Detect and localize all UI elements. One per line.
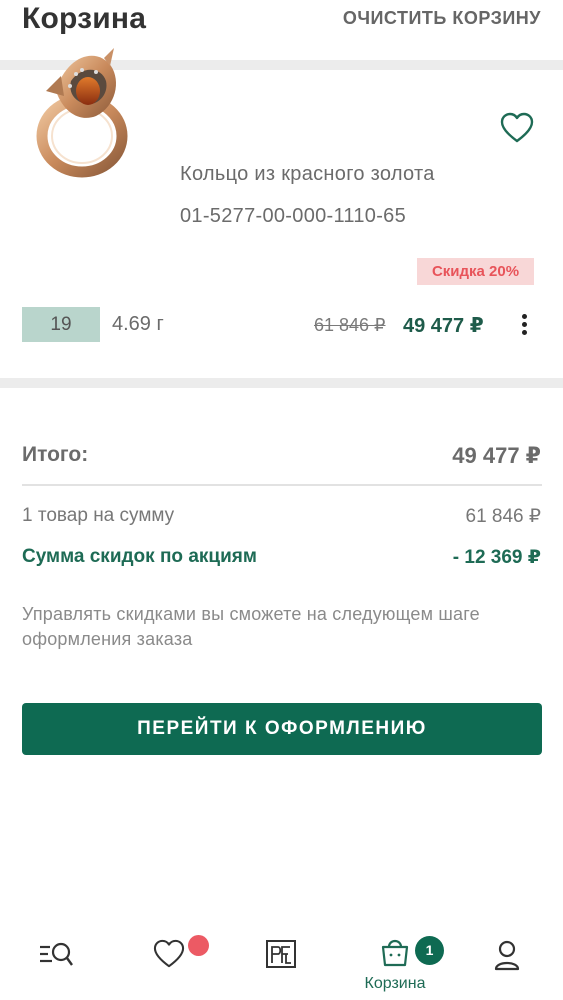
brand-logo-icon [266,940,296,968]
heart-icon [153,939,185,968]
product-name[interactable]: Кольцо из красного золота [180,163,435,186]
nav-cart-label: Корзина [364,975,426,992]
items-count-label: 1 товар на сумму [22,505,175,526]
shopping-bag-icon [381,939,409,967]
checkout-button[interactable]: ПЕРЕЙТИ К ОФОРМЛЕНИЮ [22,703,542,755]
nav-brand[interactable] [241,925,321,1000]
discount-badge: Скидка 20% [417,258,534,285]
heart-outline-icon [500,112,534,143]
new-price: 49 477 ₽ [403,315,484,337]
section-divider [0,378,563,388]
nav-profile[interactable] [467,925,547,1000]
product-weight: 4.69 г [112,313,164,335]
size-selector[interactable]: 19 [22,307,100,342]
favorite-button[interactable] [500,112,534,144]
discount-note: Управлять скидками вы сможете на следующ… [22,604,480,649]
gold-ring-photo [36,48,128,178]
bottom-nav: Корзина [0,925,563,1000]
more-options-button[interactable] [514,311,534,339]
summary-divider [22,484,542,486]
profile-icon [494,940,520,971]
total-value: 49 477 ₽ [452,443,541,468]
vertical-dots-icon [521,314,527,319]
catalog-search-icon [40,942,73,966]
favorites-notification-dot [188,935,209,956]
product-image[interactable] [26,36,131,186]
discount-sum-label: Сумма скидок по акциям [22,546,257,567]
discount-sum-value: - 12 369 ₽ [452,547,541,568]
nav-catalog[interactable] [16,925,96,1000]
total-label: Итого: [22,443,89,466]
product-sku: 01-5277-00-000-1110-65 [180,205,407,227]
clear-cart-button[interactable]: ОЧИСТИТЬ КОРЗИНУ [343,8,541,29]
cart-count-badge: 1 [415,936,444,965]
items-sum-value: 61 846 ₽ [465,506,541,527]
old-price: 61 846 ₽ [314,315,386,335]
page-title: Корзина [22,2,147,35]
